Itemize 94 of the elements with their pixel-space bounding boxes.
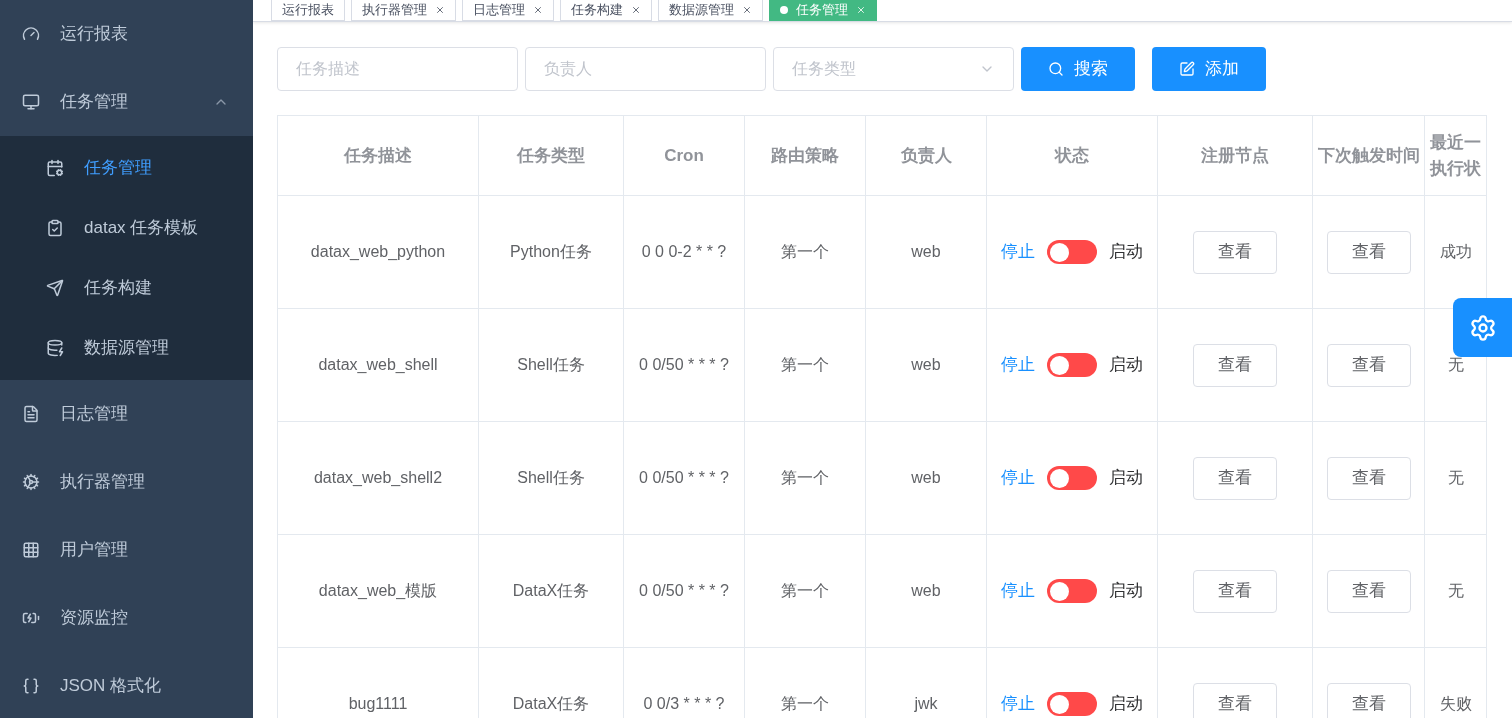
table-cell: web: [865, 534, 987, 648]
column-header: 路由策略: [744, 115, 866, 196]
pencil-icon: [1179, 61, 1195, 77]
table-cell: bug1111: [277, 647, 479, 718]
submenu-item[interactable]: 数据源管理: [0, 318, 253, 378]
settings-icon: [1468, 313, 1497, 342]
menu-item[interactable]: JSON 格式化: [0, 652, 253, 718]
view-button[interactable]: 查看: [1193, 230, 1277, 274]
close-icon[interactable]: [742, 5, 752, 15]
column-header: 任务类型: [478, 115, 624, 196]
table-cell: 第一个: [744, 534, 866, 648]
submenu-item[interactable]: 任务管理: [0, 138, 253, 198]
settings-button[interactable]: [1453, 298, 1512, 357]
close-icon[interactable]: [631, 5, 641, 15]
column-header: 任务描述: [277, 115, 479, 196]
on-label: 启动: [1109, 580, 1143, 603]
table-cell: 无: [1424, 534, 1487, 648]
column-header: 最近一执行状: [1424, 115, 1487, 196]
menu-item[interactable]: 用户管理: [0, 516, 253, 584]
calendar-icon: [46, 159, 64, 177]
table-cell: 无: [1424, 421, 1487, 535]
close-icon[interactable]: [435, 5, 445, 15]
table-cell: 0 0 0-2 * * ?: [623, 195, 745, 309]
view-button[interactable]: 查看: [1326, 343, 1411, 387]
engine-icon: [22, 473, 40, 491]
column-header: 状态: [986, 115, 1158, 196]
status-switch[interactable]: [1047, 579, 1097, 603]
grid-icon: [22, 541, 40, 559]
table-cell: datax_web_shell: [277, 308, 479, 422]
table-cell: datax_web_shell2: [277, 421, 479, 535]
submenu-item[interactable]: datax 任务模板: [0, 198, 253, 258]
on-label: 启动: [1109, 241, 1143, 264]
on-label: 启动: [1109, 693, 1143, 716]
braces-icon: [22, 677, 40, 695]
page-tab[interactable]: 数据源管理: [658, 0, 763, 21]
menu-item[interactable]: 资源监控: [0, 584, 253, 652]
table-cell: Python任务: [478, 195, 624, 309]
off-label: 停止: [1001, 467, 1035, 490]
status-switch[interactable]: [1047, 240, 1097, 264]
on-label: 启动: [1109, 354, 1143, 377]
column-header: 负责人: [865, 115, 987, 196]
menu-item[interactable]: 运行报表: [0, 0, 253, 68]
view-button[interactable]: 查看: [1326, 456, 1411, 500]
off-label: 停止: [1001, 693, 1035, 716]
status-switch[interactable]: [1047, 353, 1097, 377]
table-cell: web: [865, 195, 987, 309]
table-cell: web: [865, 308, 987, 422]
menu-item[interactable]: 任务管理: [0, 68, 253, 136]
filter-field[interactable]: 负责人: [525, 47, 766, 91]
off-label: 停止: [1001, 241, 1035, 264]
database-icon: [46, 339, 64, 357]
column-header: 注册节点: [1157, 115, 1313, 196]
table-cell: Shell任务: [478, 421, 624, 535]
gauge-icon: [22, 25, 40, 43]
view-button[interactable]: 查看: [1326, 682, 1411, 718]
status-switch[interactable]: [1047, 466, 1097, 490]
table-cell: datax_web_python: [277, 195, 479, 309]
document-icon: [22, 405, 40, 423]
close-icon[interactable]: [856, 5, 866, 15]
view-button[interactable]: 查看: [1193, 682, 1277, 718]
page-tab[interactable]: 运行报表: [271, 0, 345, 21]
filter-field[interactable]: 任务描述: [277, 47, 518, 91]
table-cell: 0 0/50 * * * ?: [623, 421, 745, 535]
submenu-item[interactable]: 任务构建: [0, 258, 253, 318]
search-icon: [1048, 61, 1064, 77]
page-tab[interactable]: 日志管理: [462, 0, 554, 21]
table-cell: DataX任务: [478, 534, 624, 648]
column-header: Cron: [623, 115, 745, 196]
table-cell: Shell任务: [478, 308, 624, 422]
table-cell: datax_web_模版: [277, 534, 479, 648]
view-button[interactable]: 查看: [1193, 456, 1277, 500]
on-label: 启动: [1109, 467, 1143, 490]
table-cell: 0 0/50 * * * ?: [623, 534, 745, 648]
column-header: 下次触发时间: [1312, 115, 1425, 196]
table-cell: web: [865, 421, 987, 535]
view-button[interactable]: 查看: [1326, 230, 1411, 274]
table-cell: 0 0/50 * * * ?: [623, 308, 745, 422]
table-cell: 第一个: [744, 195, 866, 309]
view-button[interactable]: 查看: [1193, 569, 1277, 613]
table-cell: 第一个: [744, 308, 866, 422]
menu-item[interactable]: 执行器管理: [0, 448, 253, 516]
view-button[interactable]: 查看: [1193, 343, 1277, 387]
status-switch[interactable]: [1047, 692, 1097, 716]
clipboard-icon: [46, 219, 64, 237]
off-label: 停止: [1001, 354, 1035, 377]
monitor-icon: [22, 93, 40, 111]
table-cell: 第一个: [744, 421, 866, 535]
off-label: 停止: [1001, 580, 1035, 603]
paper-plane-icon: [46, 279, 64, 297]
page-tab[interactable]: 任务构建: [560, 0, 652, 21]
page-tab[interactable]: 执行器管理: [351, 0, 456, 21]
view-button[interactable]: 查看: [1326, 569, 1411, 613]
menu-item[interactable]: 日志管理: [0, 380, 253, 448]
close-icon[interactable]: [533, 5, 543, 15]
